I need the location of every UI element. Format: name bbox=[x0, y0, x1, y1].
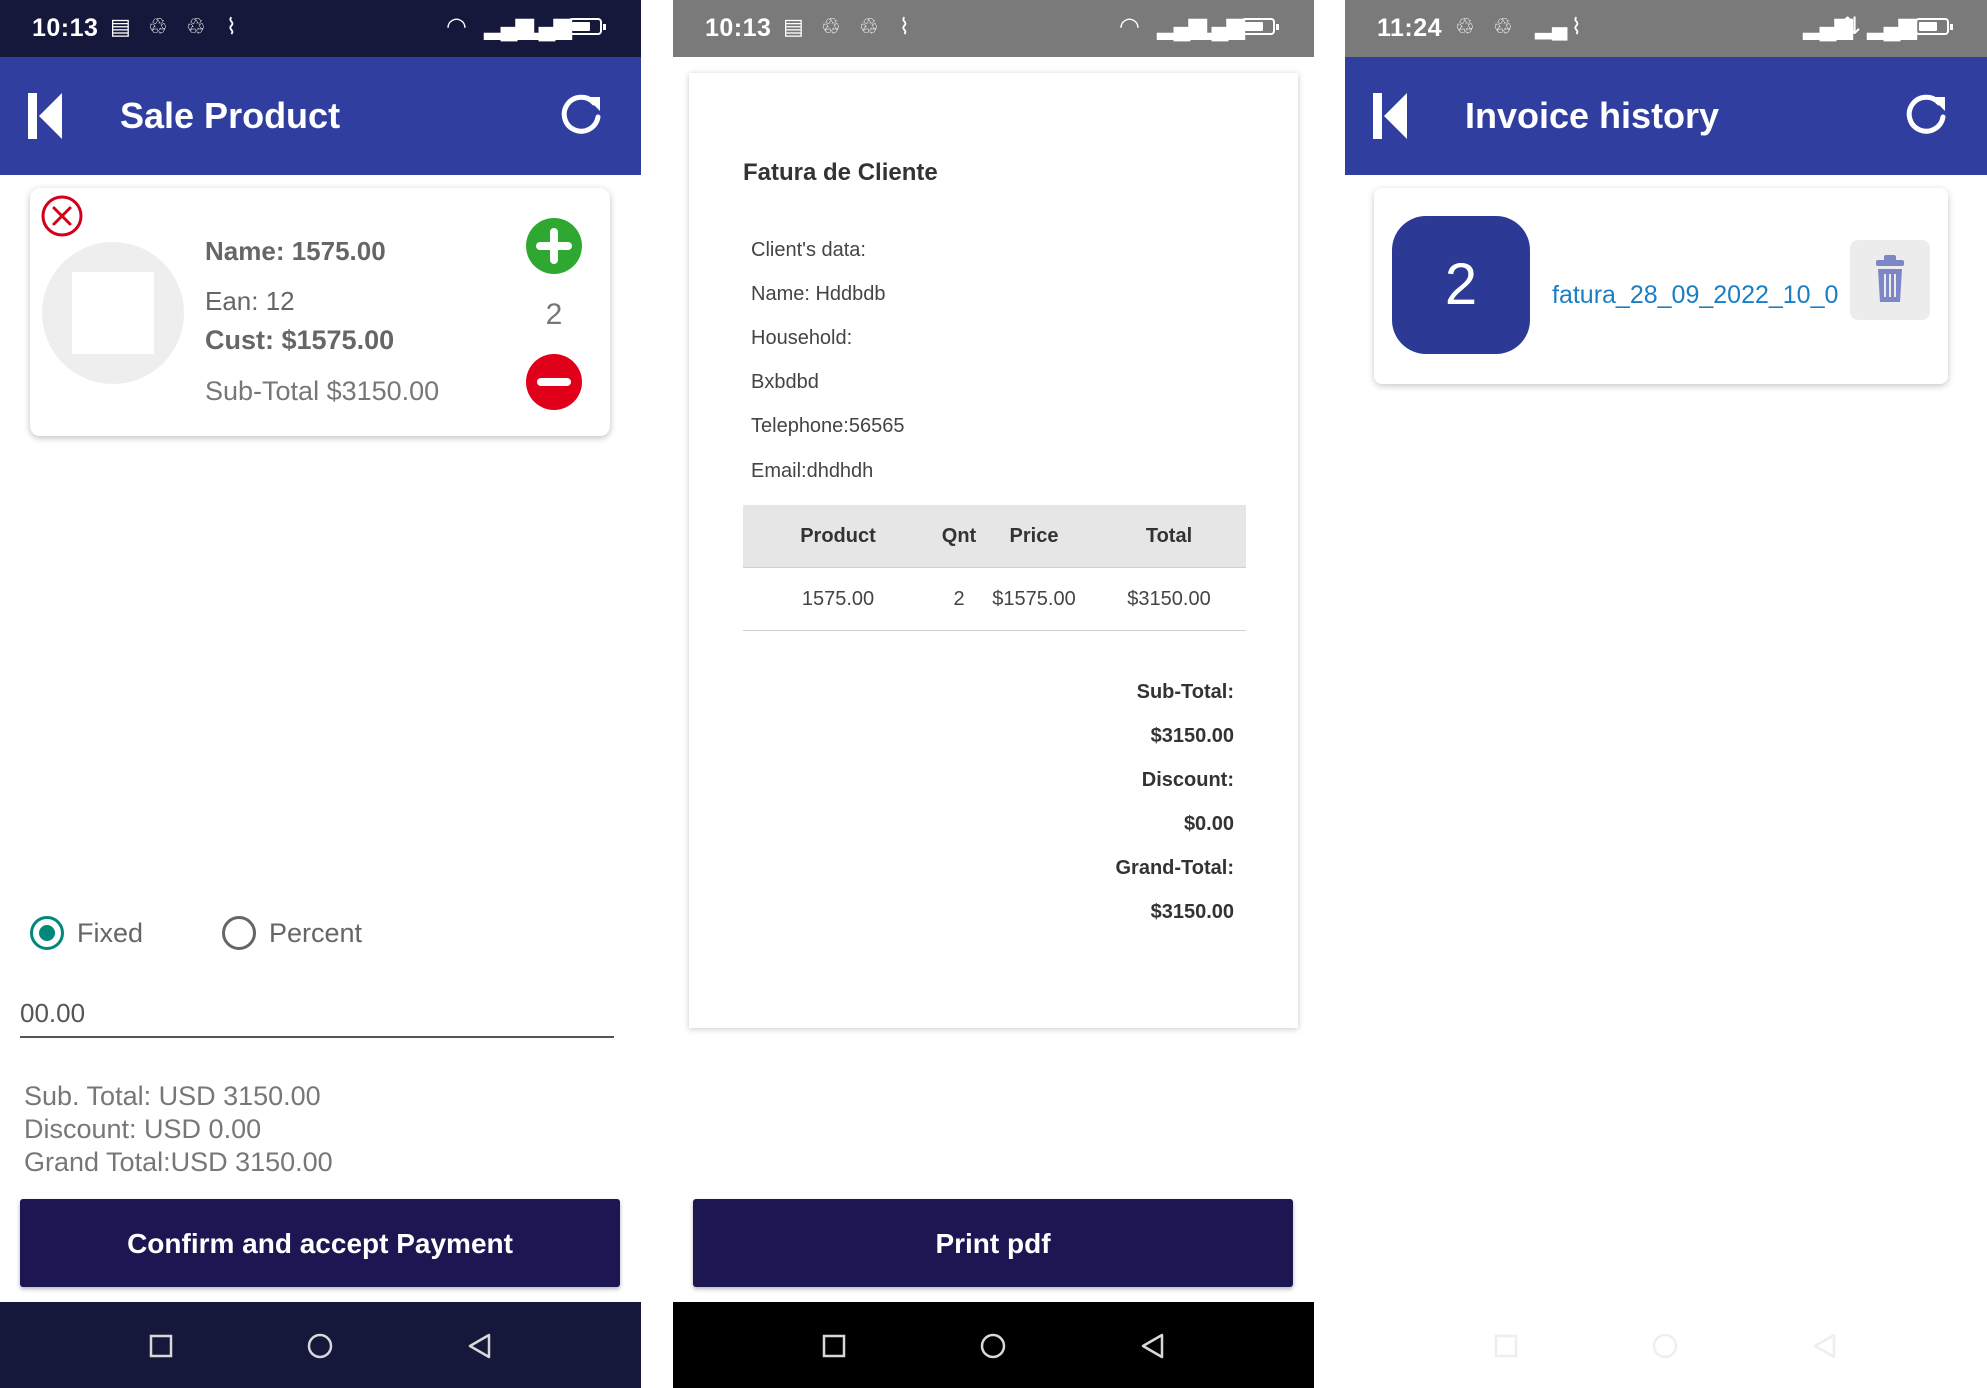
cell-product: 1575.00 bbox=[801, 588, 875, 610]
cell-total: $3150.00 bbox=[1127, 588, 1211, 610]
page-title: Sale Product bbox=[120, 95, 341, 136]
radio-percent[interactable] bbox=[222, 916, 256, 950]
refresh-icon[interactable] bbox=[556, 89, 606, 139]
header-total: Total bbox=[1145, 525, 1193, 547]
invoice-history-screen: 11:24 ♲ ♲ ▂▄ ⌇ ▂▄▆ ⇅ ▂▄▆ Invoice history… bbox=[1345, 0, 1987, 1388]
page-title: Invoice history bbox=[1465, 95, 1720, 136]
client-name: Name: Hddbdb bbox=[751, 283, 886, 305]
back-logo-icon[interactable] bbox=[1371, 91, 1411, 141]
status-time: 11:24 bbox=[1377, 14, 1443, 42]
status-time: 10:13 bbox=[32, 14, 99, 42]
sync-icon: ♲ bbox=[148, 14, 168, 39]
subtotal-value: $3150.00 bbox=[1150, 725, 1234, 747]
invoice-document: Fatura de Cliente Client's data: Name: H… bbox=[689, 73, 1298, 1028]
system-nav-bar bbox=[1345, 1302, 1987, 1388]
grand-total-value: $3150.00 bbox=[1150, 901, 1234, 923]
table-header-row: Product Qnt Price Total bbox=[743, 505, 1246, 568]
list-item[interactable]: 2 fatura_28_09_2022_10_0 bbox=[1374, 188, 1948, 384]
item-name: Name: 1575.00 bbox=[205, 236, 386, 266]
client-data-label: Client's data: bbox=[751, 239, 866, 261]
nav-back-icon[interactable] bbox=[460, 1326, 500, 1366]
cart-item-card: Name: 1575.00 Ean: 12 Cust: $1575.00 Sub… bbox=[30, 188, 610, 436]
notification-icon: ▤ bbox=[783, 14, 804, 39]
plus-circle-icon[interactable] bbox=[526, 218, 582, 274]
totals-summary: Sub. Total: USD 3150.00 Discount: USD 0.… bbox=[24, 1080, 333, 1179]
battery-icon bbox=[1241, 18, 1279, 35]
invoice-count-badge: 2 bbox=[1392, 216, 1530, 354]
sync-icon: ♲ bbox=[821, 14, 841, 39]
cell-price: $1575.00 bbox=[992, 588, 1076, 610]
signal-icon: ▂▄▆ bbox=[1195, 13, 1245, 40]
battery-icon bbox=[568, 18, 606, 35]
delete-button[interactable] bbox=[1850, 240, 1930, 320]
nav-back-icon[interactable] bbox=[1805, 1326, 1845, 1366]
nav-circle-icon[interactable] bbox=[973, 1326, 1013, 1366]
sync-icon: ♲ bbox=[1493, 14, 1513, 39]
system-nav-bar bbox=[673, 1302, 1314, 1388]
item-subtotal: Sub-Total $3150.00 bbox=[205, 376, 440, 406]
minus-circle-icon[interactable] bbox=[526, 354, 582, 410]
print-pdf-button[interactable]: Print pdf bbox=[693, 1199, 1293, 1287]
invoice-title: Fatura de Cliente bbox=[743, 159, 938, 186]
sync-icon: ♲ bbox=[859, 14, 879, 39]
header-price: Price bbox=[1009, 525, 1059, 547]
signal-icon: ▂▄▆ bbox=[522, 13, 572, 40]
app-bar: Invoice history bbox=[1345, 57, 1987, 175]
nav-circle-icon[interactable] bbox=[300, 1326, 340, 1366]
radio-fixed[interactable] bbox=[30, 916, 64, 950]
invoice-filename-link[interactable]: fatura_28_09_2022_10_0 bbox=[1552, 281, 1838, 310]
close-circle-icon[interactable] bbox=[40, 194, 84, 238]
discount-value: $0.00 bbox=[1183, 813, 1234, 835]
discount-input[interactable] bbox=[20, 990, 614, 1038]
grand-total-label: Grand-Total: bbox=[1115, 857, 1234, 879]
activity-icon: ⌇ bbox=[226, 14, 237, 39]
discount-text: Discount: USD 0.00 bbox=[24, 1114, 262, 1144]
app-bar: Sale Product bbox=[0, 57, 641, 175]
client-email: Email:dhdhdh bbox=[751, 460, 874, 482]
confirm-payment-button[interactable]: Confirm and accept Payment bbox=[20, 1199, 620, 1287]
table-row: 1575.00 2 $1575.00 $3150.00 bbox=[743, 568, 1246, 631]
sale-product-screen: 10:13 ▤ ♲ ♲ ⌇ ◠ ▂▄▆ ▂▄▆ Sale Product Nam… bbox=[0, 0, 641, 1388]
data-transfer-icon: ⇅ bbox=[1841, 13, 1861, 40]
product-image-placeholder bbox=[42, 242, 184, 384]
status-bar: 11:24 ♲ ♲ ▂▄ ⌇ ▂▄▆ ⇅ ▂▄▆ bbox=[1345, 0, 1987, 57]
sync-icon: ♲ bbox=[1455, 14, 1475, 39]
refresh-icon[interactable] bbox=[1901, 89, 1951, 139]
notification-icon: ▤ bbox=[110, 14, 131, 39]
nav-square-icon[interactable] bbox=[1486, 1326, 1526, 1366]
nav-square-icon[interactable] bbox=[141, 1326, 181, 1366]
nav-back-icon[interactable] bbox=[1133, 1326, 1173, 1366]
sync-icon: ♲ bbox=[186, 14, 206, 39]
back-logo-icon[interactable] bbox=[26, 91, 66, 141]
nav-circle-icon[interactable] bbox=[1645, 1326, 1685, 1366]
activity-icon: ⌇ bbox=[899, 14, 910, 39]
invoice-table: Product Qnt Price Total 1575.00 2 $1575.… bbox=[743, 505, 1246, 631]
no-signal-icon: ▂▄ bbox=[1535, 14, 1568, 39]
radio-percent-label[interactable]: Percent bbox=[269, 918, 362, 949]
subtotal-label: Sub-Total: bbox=[1136, 681, 1234, 703]
status-bar: 10:13 ▤ ♲ ♲ ⌇ ◠ ▂▄▆ ▂▄▆ bbox=[673, 0, 1314, 57]
battery-icon bbox=[1915, 18, 1953, 35]
item-ean: Ean: 12 bbox=[205, 286, 295, 316]
quantity-value: 2 bbox=[545, 298, 563, 331]
radio-fixed-label[interactable]: Fixed bbox=[77, 918, 143, 949]
subtotal-text: Sub. Total: USD 3150.00 bbox=[24, 1081, 321, 1111]
activity-icon: ⌇ bbox=[1571, 14, 1582, 39]
status-time: 10:13 bbox=[705, 14, 772, 42]
header-product: Product bbox=[800, 525, 876, 547]
wifi-icon: ◠ bbox=[1119, 13, 1140, 40]
trash-icon bbox=[1876, 255, 1904, 302]
system-nav-bar bbox=[0, 1302, 641, 1388]
item-cost: Cust: $1575.00 bbox=[205, 325, 395, 355]
grand-total-text: Grand Total:USD 3150.00 bbox=[24, 1147, 333, 1177]
nav-square-icon[interactable] bbox=[814, 1326, 854, 1366]
wifi-icon: ◠ bbox=[446, 13, 467, 40]
discount-label: Discount: bbox=[1141, 769, 1234, 791]
client-telephone: Telephone:56565 bbox=[751, 415, 905, 437]
status-bar: 10:13 ▤ ♲ ♲ ⌇ ◠ ▂▄▆ ▂▄▆ bbox=[0, 0, 641, 57]
signal-icon: ▂▄▆ bbox=[1867, 13, 1917, 40]
client-household-label: Household: bbox=[751, 327, 853, 349]
client-household: Bxbdbd bbox=[751, 371, 819, 393]
invoice-preview-screen: 10:13 ▤ ♲ ♲ ⌇ ◠ ▂▄▆ ▂▄▆ Fatura de Client… bbox=[673, 0, 1314, 1388]
